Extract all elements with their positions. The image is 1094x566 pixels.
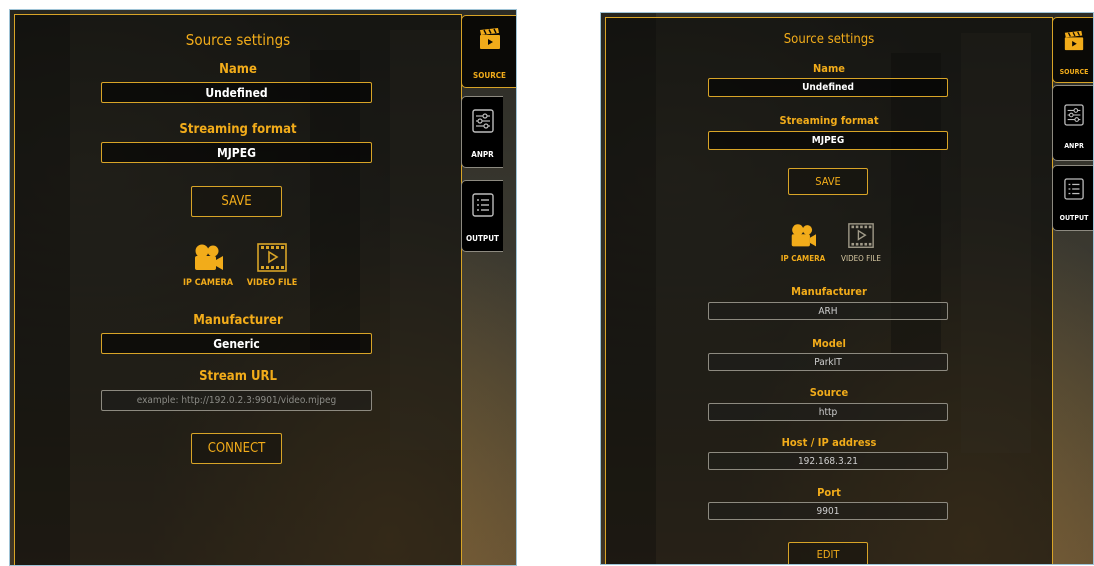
ip-camera-icon xyxy=(791,224,816,247)
edit-button[interactable]: EDIT xyxy=(788,542,868,564)
source-label: Source xyxy=(809,386,849,399)
ip-camera-label: IP CAMERA xyxy=(182,278,234,288)
manufacturer-label: Manufacturer xyxy=(193,313,283,328)
tab-source[interactable]: SOURCE xyxy=(1052,17,1093,83)
manufacturer-select[interactable]: ARH xyxy=(708,302,948,320)
video-file-option[interactable]: VIDEO FILE xyxy=(241,243,303,288)
output-list-icon xyxy=(471,193,494,217)
name-field[interactable]: Undefined xyxy=(708,78,948,97)
source-settings-panel: Source settings Name Undefined Streaming… xyxy=(605,17,1053,564)
anpr-sliders-icon xyxy=(1064,104,1084,126)
video-file-icon xyxy=(257,243,287,272)
stream-url-label: Stream URL xyxy=(199,369,277,384)
ip-camera-option[interactable]: IP CAMERA xyxy=(177,243,239,288)
video-file-icon xyxy=(848,223,874,248)
connect-button[interactable]: CONNECT xyxy=(191,433,282,464)
ip-camera-option[interactable]: IP CAMERA xyxy=(774,223,832,263)
tab-anpr-label: ANPR xyxy=(471,150,494,159)
source-clapperboard-icon xyxy=(479,28,500,49)
tab-source-label: SOURCE xyxy=(1059,68,1089,76)
name-label: Name xyxy=(219,62,257,77)
model-label: Model xyxy=(812,337,846,350)
streaming-format-label: Streaming format xyxy=(179,122,297,137)
manufacturer-label: Manufacturer xyxy=(791,285,867,298)
tab-output-label: OUTPUT xyxy=(1059,214,1089,222)
ip-camera-icon xyxy=(195,244,223,270)
panel-title: Source settings xyxy=(185,31,291,49)
stream-url-input[interactable]: example: http://192.0.2.3:9901/video.mjp… xyxy=(101,390,372,411)
save-button[interactable]: SAVE xyxy=(788,168,868,195)
tab-source-label: SOURCE xyxy=(473,71,506,80)
port-input[interactable]: 9901 xyxy=(708,502,948,520)
source-clapperboard-icon xyxy=(1064,30,1084,51)
tab-anpr[interactable]: ANPR xyxy=(461,96,503,168)
streaming-format-label: Streaming format xyxy=(779,114,879,127)
tab-output-label: OUTPUT xyxy=(466,234,499,243)
tab-output[interactable]: OUTPUT xyxy=(1052,165,1093,231)
left-screenshot: Source settings Name Undefined Streaming… xyxy=(9,9,517,566)
source-settings-panel: Source settings Name Undefined Streaming… xyxy=(14,14,462,565)
tab-output[interactable]: OUTPUT xyxy=(461,180,503,252)
tab-source[interactable]: SOURCE xyxy=(461,15,516,88)
tab-anpr[interactable]: ANPR xyxy=(1052,85,1093,161)
tab-anpr-label: ANPR xyxy=(1064,142,1084,150)
save-button[interactable]: SAVE xyxy=(191,186,282,217)
video-file-label: VIDEO FILE xyxy=(246,278,298,288)
output-list-icon xyxy=(1064,178,1084,200)
model-select[interactable]: ParkIT xyxy=(708,353,948,371)
name-field[interactable]: Undefined xyxy=(101,82,372,103)
host-input[interactable]: 192.168.3.21 xyxy=(708,452,948,470)
source-select[interactable]: http xyxy=(708,403,948,421)
ip-camera-label: IP CAMERA xyxy=(780,254,826,263)
port-label: Port xyxy=(817,486,841,499)
manufacturer-select[interactable]: Generic xyxy=(101,333,372,354)
video-file-option[interactable]: VIDEO FILE xyxy=(832,223,890,263)
right-screenshot: Source settings Name Undefined Streaming… xyxy=(600,12,1094,565)
host-label: Host / IP address xyxy=(781,436,877,449)
panel-title: Source settings xyxy=(783,32,875,47)
anpr-sliders-icon xyxy=(471,109,494,133)
streaming-format-field[interactable]: MJPEG xyxy=(101,142,372,163)
video-file-label: VIDEO FILE xyxy=(841,254,881,263)
name-label: Name xyxy=(813,62,845,75)
streaming-format-field[interactable]: MJPEG xyxy=(708,131,948,150)
